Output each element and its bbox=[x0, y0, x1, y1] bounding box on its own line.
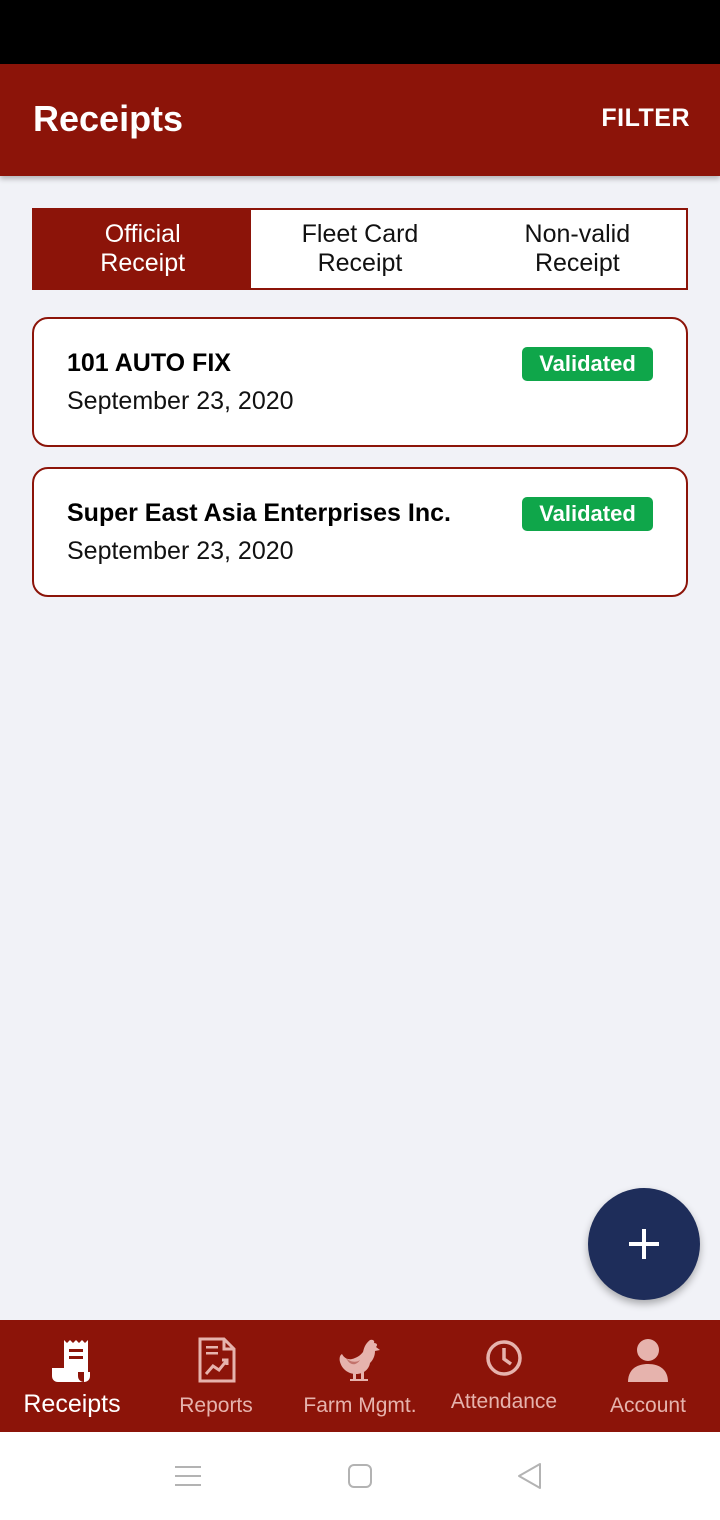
home-square-icon[interactable] bbox=[344, 1460, 376, 1492]
nav-item-attendance[interactable]: Attendance bbox=[432, 1320, 576, 1432]
report-chart-icon bbox=[198, 1337, 236, 1383]
nav-item-account[interactable]: Account bbox=[576, 1320, 720, 1432]
tab-non-valid-receipt[interactable]: Non-valid Receipt bbox=[469, 210, 686, 288]
nav-label: Receipts bbox=[23, 1390, 121, 1418]
status-bar bbox=[0, 0, 720, 64]
receipt-icon bbox=[52, 1340, 90, 1382]
chicken-icon bbox=[339, 1339, 380, 1381]
nav-item-receipts[interactable]: Receipts bbox=[0, 1320, 144, 1432]
person-icon bbox=[628, 1339, 668, 1382]
receipt-vendor-name: Super East Asia Enterprises Inc. bbox=[67, 499, 451, 527]
filter-button[interactable]: FILTER bbox=[601, 104, 690, 133]
receipt-date: September 23, 2020 bbox=[67, 537, 294, 565]
nav-item-farm-mgmt[interactable]: Farm Mgmt. bbox=[288, 1320, 432, 1432]
add-receipt-button[interactable] bbox=[588, 1188, 700, 1300]
nav-label: Reports bbox=[179, 1394, 253, 1417]
plus-icon bbox=[629, 1229, 659, 1259]
status-badge: Validated bbox=[522, 497, 653, 531]
receipt-card[interactable]: 101 AUTO FIX September 23, 2020 Validate… bbox=[32, 317, 688, 447]
nav-label: Farm Mgmt. bbox=[303, 1394, 417, 1417]
tab-fleet-card-receipt[interactable]: Fleet Card Receipt bbox=[251, 210, 468, 288]
receipt-date: September 23, 2020 bbox=[67, 387, 294, 415]
receipt-vendor-name: 101 AUTO FIX bbox=[67, 349, 231, 377]
nav-label: Attendance bbox=[450, 1390, 558, 1413]
app-bar: Receipts FILTER bbox=[0, 64, 720, 176]
bottom-navigation: Receipts Reports Farm Mgmt. Attendance A… bbox=[0, 1320, 720, 1432]
nav-item-reports[interactable]: Reports bbox=[144, 1320, 288, 1432]
back-triangle-icon[interactable] bbox=[514, 1460, 546, 1492]
receipt-card[interactable]: Super East Asia Enterprises Inc. Septemb… bbox=[32, 467, 688, 597]
status-badge: Validated bbox=[522, 347, 653, 381]
clock-icon bbox=[486, 1340, 522, 1376]
menu-icon[interactable] bbox=[172, 1460, 204, 1492]
receipt-type-tabs: Official Receipt Fleet Card Receipt Non-… bbox=[32, 208, 688, 290]
system-navigation-bar bbox=[0, 1432, 720, 1520]
tab-official-receipt[interactable]: Official Receipt bbox=[34, 210, 252, 288]
nav-label: Account bbox=[610, 1394, 686, 1417]
page-title: Receipts bbox=[33, 98, 184, 139]
